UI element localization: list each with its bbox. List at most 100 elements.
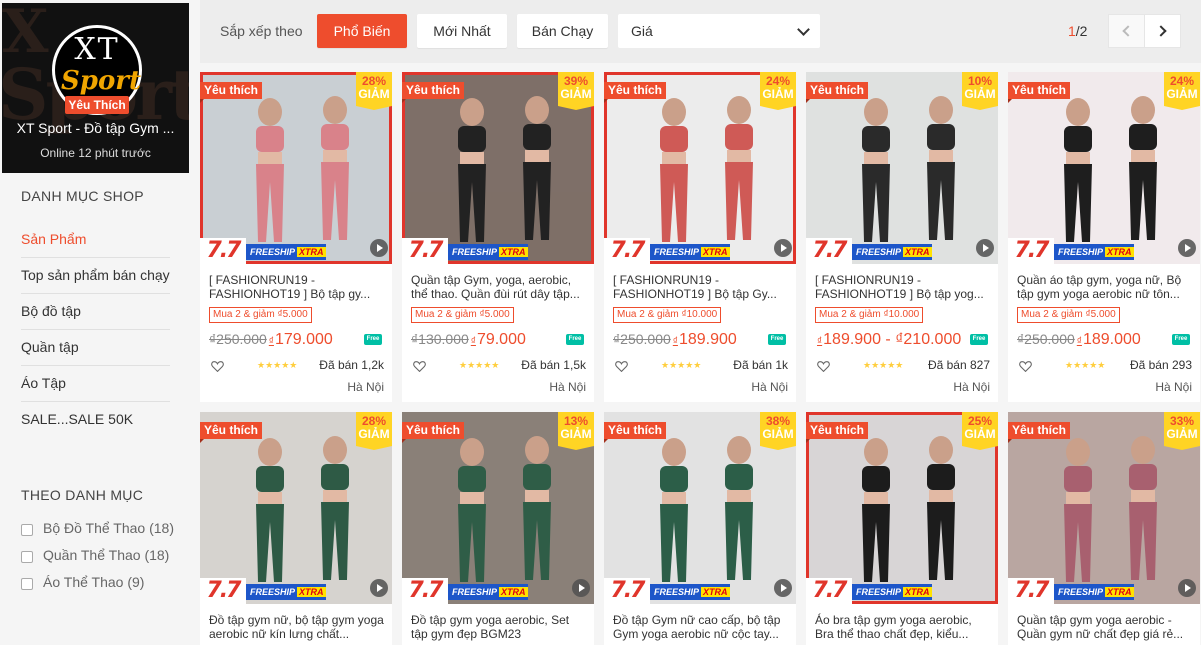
product-image[interactable]: Yêu thích 24% GIẢM 7.7 FREESHIP XTRA xyxy=(1008,72,1200,264)
free-shipping-icon: Free xyxy=(970,334,988,345)
sort-popular-button[interactable]: Phổ Biến xyxy=(317,14,407,48)
sold-count: Đã bán 1,2k xyxy=(319,358,384,372)
product-image[interactable]: Yêu thích 25% GIẢM 7.7 FREESHIP XTRA xyxy=(806,412,998,604)
product-image[interactable]: Yêu thích 33% GIẢM 7.7 FREESHIP XTRA xyxy=(1008,412,1200,604)
heart-icon[interactable] xyxy=(817,360,830,372)
filter-sport-pants[interactable]: Quần Thể Thao (18) xyxy=(21,547,181,563)
promo-banner: 7.7 FREESHIP XTRA xyxy=(402,576,594,604)
product-info: Áo bra tập gym yoga aerobic, Bra thể tha… xyxy=(806,604,998,641)
original-price: ₫250.000 xyxy=(209,331,267,347)
heart-icon[interactable] xyxy=(211,360,224,372)
category-item-sale[interactable]: SALE...SALE 50K xyxy=(21,402,170,438)
product-image[interactable]: Yêu thích 28% GIẢM 7.7 FREESHIP XTRA xyxy=(200,72,392,264)
filter-checkbox[interactable] xyxy=(21,524,33,536)
heart-icon[interactable] xyxy=(615,360,628,372)
sale-price-value: 179.000 xyxy=(274,331,333,348)
logo-xt-text: XT xyxy=(74,32,120,67)
promo-77-label: 7.7 xyxy=(402,238,448,264)
product-title[interactable]: [ FASHIONRUN19 - FASHIONHOT19 ] Bộ tập g… xyxy=(209,273,384,301)
price-row: ₫250.000 ₫189.900 Free xyxy=(613,331,788,349)
product-image[interactable]: Yêu thích 24% GIẢM 7.7 FREESHIP XTRA xyxy=(604,72,796,264)
promo-77-label: 7.7 xyxy=(1008,578,1054,604)
xtra-text: XTRA xyxy=(297,587,326,597)
sort-bestseller-button[interactable]: Bán Chạy xyxy=(517,14,608,48)
discount-label: GIẢM xyxy=(1166,87,1198,101)
play-video-icon[interactable] xyxy=(774,579,792,597)
product-title[interactable]: Áo bra tập gym yoga aerobic, Bra thể tha… xyxy=(815,613,990,641)
product-image[interactable]: Yêu thích 39% GIẢM 7.7 FREESHIP XTRA xyxy=(402,72,594,264)
prev-page-button[interactable] xyxy=(1108,14,1145,48)
freeship-xtra-label: FREESHIP XTRA xyxy=(1054,244,1134,260)
play-video-icon[interactable] xyxy=(370,239,388,257)
category-item-products[interactable]: Sản Phẩm xyxy=(21,222,170,258)
sort-price-select[interactable]: Giá xyxy=(618,14,820,48)
sale-price-value: 189.900 xyxy=(678,331,737,348)
category-item-pants[interactable]: Quần tập xyxy=(21,330,170,366)
product-card[interactable]: Yêu thích 25% GIẢM 7.7 FREESHIP XTRA Áo bra tậ… xyxy=(806,412,998,645)
product-title[interactable]: Đồ tập gym nữ, bộ tập gym yoga aerobic n… xyxy=(209,613,384,641)
shop-name[interactable]: XT Sport - Đồ tập Gym ... xyxy=(2,120,189,136)
product-card[interactable]: Yêu thích 33% GIẢM 7.7 FREESHIP XTRA Quần tập … xyxy=(1008,412,1200,645)
product-card[interactable]: Yêu thích 13% GIẢM 7.7 FREESHIP XTRA Đồ tập gy… xyxy=(402,412,594,645)
discount-badge: 10% GIẢM xyxy=(962,72,998,110)
product-card[interactable]: Yêu thích 24% GIẢM 7.7 FREESHIP XTRA [ FASHION… xyxy=(604,72,796,402)
currency-symbol: ₫ xyxy=(672,336,678,347)
product-card[interactable]: Yêu thích 38% GIẢM 7.7 FREESHIP XTRA Đồ tập Gy… xyxy=(604,412,796,645)
product-title[interactable]: [ FASHIONRUN19 - FASHIONHOT19 ] Bộ tập G… xyxy=(613,273,788,301)
product-image[interactable]: Yêu thích 10% GIẢM 7.7 FREESHIP XTRA xyxy=(806,72,998,264)
play-video-icon[interactable] xyxy=(370,579,388,597)
play-video-icon[interactable] xyxy=(976,239,994,257)
filter-sportswear-sets[interactable]: Bộ Đồ Thể Thao (18) xyxy=(21,520,181,536)
current-page: 1 xyxy=(1068,23,1076,39)
sort-newest-button[interactable]: Mới Nhất xyxy=(417,14,507,48)
product-card[interactable]: Yêu thích 10% GIẢM 7.7 FREESHIP XTRA [ FASHION… xyxy=(806,72,998,402)
product-title[interactable]: Quần tập Gym, yoga, aerobic, thể thao. Q… xyxy=(411,273,586,301)
meta-row: ★★★★★ Đã bán 1,5k xyxy=(411,358,586,376)
product-card[interactable]: Yêu thích 28% GIẢM 7.7 FREESHIP XTRA [ FASHION… xyxy=(200,72,392,402)
heart-icon[interactable] xyxy=(413,360,426,372)
discount-label: GIẢM xyxy=(1166,427,1198,441)
discount-label: GIẢM xyxy=(560,87,592,101)
promo-banner: 7.7 FREESHIP XTRA xyxy=(402,236,594,264)
sort-price-label: Giá xyxy=(631,23,653,39)
product-image[interactable]: Yêu thích 28% GIẢM 7.7 FREESHIP XTRA xyxy=(200,412,392,604)
play-video-icon[interactable] xyxy=(1178,239,1196,257)
filter-sport-tops[interactable]: Áo Thể Thao (9) xyxy=(21,574,181,590)
rating-stars-icon: ★★★★★ xyxy=(863,360,904,370)
product-image[interactable]: Yêu thích 38% GIẢM 7.7 FREESHIP XTRA xyxy=(604,412,796,604)
next-page-button[interactable] xyxy=(1144,14,1181,48)
discount-label: GIẢM xyxy=(358,87,390,101)
play-video-icon[interactable] xyxy=(774,239,792,257)
freeship-xtra-label: FREESHIP XTRA xyxy=(852,584,932,600)
heart-icon[interactable] xyxy=(1019,360,1032,372)
play-video-icon[interactable] xyxy=(1178,579,1196,597)
product-image[interactable]: Yêu thích 13% GIẢM 7.7 FREESHIP XTRA xyxy=(402,412,594,604)
xtra-text: XTRA xyxy=(1105,587,1134,597)
currency-symbol: ₫ xyxy=(817,336,823,347)
category-item-workout-sets[interactable]: Bộ đồ tập xyxy=(21,294,170,330)
product-card[interactable]: Yêu thích 39% GIẢM 7.7 FREESHIP XTRA Quần tập … xyxy=(402,72,594,402)
discount-badge: 13% GIẢM xyxy=(558,412,594,450)
shop-card[interactable]: X Sport XT Sport Yêu Thích XT Sport - Đồ… xyxy=(2,3,189,173)
product-card[interactable]: Yêu thích 24% GIẢM 7.7 FREESHIP XTRA Quần áo t… xyxy=(1008,72,1200,402)
product-title[interactable]: Đồ tập gym yoga aerobic, Set tập gym đẹp… xyxy=(411,613,586,641)
product-title[interactable]: [ FASHIONRUN19 - FASHIONHOT19 ] Bộ tập y… xyxy=(815,273,990,301)
promo-banner: 7.7 FREESHIP XTRA xyxy=(200,576,392,604)
product-card[interactable]: Yêu thích 28% GIẢM 7.7 FREESHIP XTRA Đồ tập gy… xyxy=(200,412,392,645)
category-item-tops[interactable]: Áo Tập xyxy=(21,366,170,402)
play-video-icon[interactable] xyxy=(572,579,590,597)
chevron-left-icon xyxy=(1122,25,1134,37)
filter-checkbox[interactable] xyxy=(21,551,33,563)
sold-count: Đã bán 827 xyxy=(927,358,990,372)
currency-symbol: ₫ xyxy=(470,336,476,347)
discount-badge: 25% GIẢM xyxy=(962,412,998,450)
original-price: ₫130.000 xyxy=(411,331,469,347)
chevron-right-icon xyxy=(1155,25,1167,37)
product-title[interactable]: Quần tập gym yoga aerobic - Quần gym nữ … xyxy=(1017,613,1192,641)
product-title[interactable]: Quần áo tập gym, yoga nữ, Bộ tập gym yog… xyxy=(1017,273,1192,301)
category-item-top-sellers[interactable]: Top sản phẩm bán chạy xyxy=(21,258,170,294)
discount-badge: 28% GIẢM xyxy=(356,72,392,110)
xtra-text: XTRA xyxy=(701,247,730,257)
product-title[interactable]: Đồ tập Gym nữ cao cấp, bộ tập Gym yoga a… xyxy=(613,613,788,641)
filter-checkbox[interactable] xyxy=(21,578,33,590)
